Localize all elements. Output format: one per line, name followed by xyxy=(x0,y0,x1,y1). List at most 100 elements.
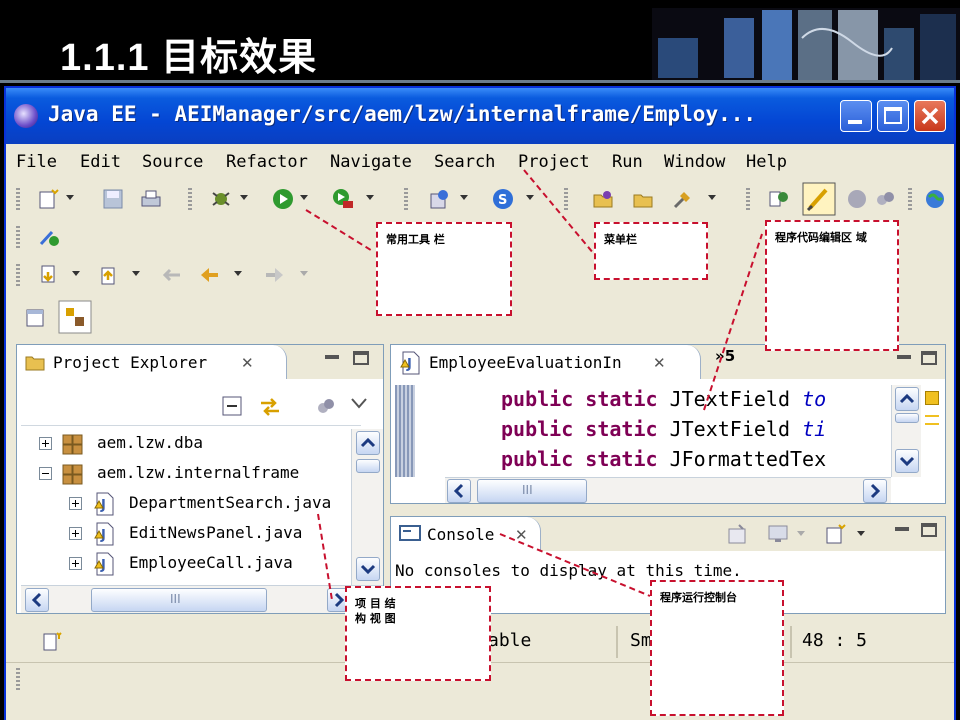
code-line[interactable]: public static JTextField ti xyxy=(501,417,826,441)
editor-horizontal-scrollbar[interactable]: III xyxy=(445,477,891,503)
debug-dropdown-icon[interactable] xyxy=(240,195,248,200)
back-dropdown-icon[interactable] xyxy=(234,271,242,276)
menu-refactor[interactable]: Refactor xyxy=(226,152,308,172)
print-icon[interactable] xyxy=(140,188,162,210)
code-line[interactable]: public static JFormattedTex xyxy=(501,447,826,471)
menu-navigate[interactable]: Navigate xyxy=(330,152,412,172)
scroll-thumb[interactable] xyxy=(895,413,919,423)
maximize-button[interactable] xyxy=(877,100,909,132)
team-perspective-icon[interactable] xyxy=(874,188,896,210)
tree-row[interactable]: aem.lzw.internalframe xyxy=(17,459,383,489)
tree-row[interactable]: J DepartmentSearch.java xyxy=(17,489,383,519)
save-icon[interactable] xyxy=(102,188,124,210)
menu-search[interactable]: Search xyxy=(434,152,495,172)
open-console-icon[interactable] xyxy=(825,523,847,545)
scroll-down-button[interactable] xyxy=(356,557,380,581)
tree-row[interactable]: J EmployeeCall.java xyxy=(17,549,383,579)
new-web-service-dropdown-icon[interactable] xyxy=(526,195,534,200)
toolbar-grip[interactable] xyxy=(16,188,20,210)
tab-console[interactable]: Console ✕ xyxy=(391,517,541,551)
minimize-button[interactable] xyxy=(840,100,872,132)
new-server-dropdown-icon[interactable] xyxy=(460,195,468,200)
new-server-icon[interactable] xyxy=(428,188,450,210)
open-perspective-icon[interactable] xyxy=(768,188,790,210)
scroll-thumb[interactable]: III xyxy=(91,588,267,612)
collapse-all-icon[interactable] xyxy=(221,395,243,417)
run-icon[interactable] xyxy=(272,188,294,210)
back-icon[interactable] xyxy=(198,264,220,286)
debug-icon[interactable] xyxy=(210,188,232,210)
expand-icon[interactable] xyxy=(69,557,82,570)
menu-file[interactable]: File xyxy=(16,152,57,172)
fast-view-icon[interactable] xyxy=(42,630,64,652)
expand-icon[interactable] xyxy=(69,497,82,510)
tree-horizontal-scrollbar[interactable]: III xyxy=(21,585,383,613)
close-icon[interactable]: ✕ xyxy=(241,354,254,372)
scroll-left-button[interactable] xyxy=(447,479,471,503)
display-console-icon[interactable] xyxy=(767,523,789,545)
minimize-view-icon[interactable] xyxy=(897,355,911,359)
scroll-up-button[interactable] xyxy=(895,387,919,411)
new-web-service-icon[interactable]: S xyxy=(492,188,514,210)
last-edit-location-icon[interactable] xyxy=(160,264,182,286)
menu-edit[interactable]: Edit xyxy=(80,152,121,172)
maximize-view-icon[interactable] xyxy=(921,523,937,537)
web-browser-icon[interactable] xyxy=(924,188,946,210)
expand-icon[interactable] xyxy=(39,437,52,450)
run-dropdown-icon[interactable] xyxy=(300,195,308,200)
previous-annotation-dropdown-icon[interactable] xyxy=(132,271,140,276)
forward-icon[interactable] xyxy=(264,264,286,286)
maximize-view-icon[interactable] xyxy=(921,351,937,365)
run-ant-icon[interactable] xyxy=(38,226,60,248)
collapse-icon[interactable] xyxy=(39,467,52,480)
scroll-right-button[interactable] xyxy=(863,479,887,503)
new-icon[interactable] xyxy=(38,188,60,210)
link-with-editor-icon[interactable] xyxy=(257,393,283,419)
pin-console-icon[interactable] xyxy=(727,523,749,545)
scroll-up-button[interactable] xyxy=(356,431,380,455)
editor-vertical-scrollbar[interactable] xyxy=(891,385,921,477)
close-icon[interactable]: ✕ xyxy=(515,526,528,544)
scroll-thumb[interactable]: III xyxy=(477,479,587,503)
debug-perspective-icon[interactable] xyxy=(846,188,868,210)
tab-project-explorer[interactable]: Project Explorer ✕ xyxy=(17,345,287,379)
toolbar-grip[interactable] xyxy=(16,264,20,286)
scroll-thumb[interactable] xyxy=(356,459,380,473)
toolbar-grip[interactable] xyxy=(16,226,20,248)
overview-ruler-marker[interactable] xyxy=(925,391,939,405)
forward-dropdown-icon[interactable] xyxy=(300,271,308,276)
tree-vertical-scrollbar[interactable] xyxy=(351,429,383,585)
search-tool-dropdown-icon[interactable] xyxy=(708,195,716,200)
java-ee-perspective-icon[interactable] xyxy=(802,182,836,216)
menu-help[interactable]: Help xyxy=(746,152,787,172)
tab-editor-file[interactable]: J EmployeeEvaluationIn ✕ xyxy=(391,345,701,379)
next-annotation-icon[interactable] xyxy=(38,264,60,286)
minimize-view-icon[interactable] xyxy=(895,527,909,531)
view-menu-icon[interactable] xyxy=(351,397,367,409)
menu-window[interactable]: Window xyxy=(664,152,725,172)
next-annotation-dropdown-icon[interactable] xyxy=(72,271,80,276)
open-console-dropdown-icon[interactable] xyxy=(857,531,865,536)
open-perspective-shortcut-icon[interactable] xyxy=(24,304,50,330)
editor-overflow-tabs[interactable]: »5 xyxy=(715,347,735,365)
window-titlebar[interactable]: Java EE - AEIManager/src/aem/lzw/interna… xyxy=(6,88,954,144)
maximize-view-icon[interactable] xyxy=(353,351,369,365)
overview-ruler-marker[interactable] xyxy=(925,415,939,425)
new-dropdown-icon[interactable] xyxy=(66,195,74,200)
close-button[interactable] xyxy=(914,100,946,132)
status-grip[interactable] xyxy=(16,668,20,690)
code-line[interactable]: public static JTextField to xyxy=(501,387,826,411)
expand-icon[interactable] xyxy=(69,527,82,540)
tree-row[interactable]: J EditNewsPanel.java xyxy=(17,519,383,549)
java-perspective-shortcut-icon[interactable] xyxy=(58,300,92,334)
menu-source[interactable]: Source xyxy=(142,152,203,172)
search-tool-icon[interactable] xyxy=(672,188,694,210)
scroll-down-button[interactable] xyxy=(895,449,919,473)
open-type-icon[interactable] xyxy=(592,188,614,210)
external-tools-icon[interactable] xyxy=(332,188,354,210)
minimize-view-icon[interactable] xyxy=(325,355,339,359)
menu-run[interactable]: Run xyxy=(612,152,643,172)
view-menu-dots-icon[interactable] xyxy=(315,395,337,417)
close-icon[interactable]: ✕ xyxy=(653,354,666,372)
external-tools-dropdown-icon[interactable] xyxy=(366,195,374,200)
